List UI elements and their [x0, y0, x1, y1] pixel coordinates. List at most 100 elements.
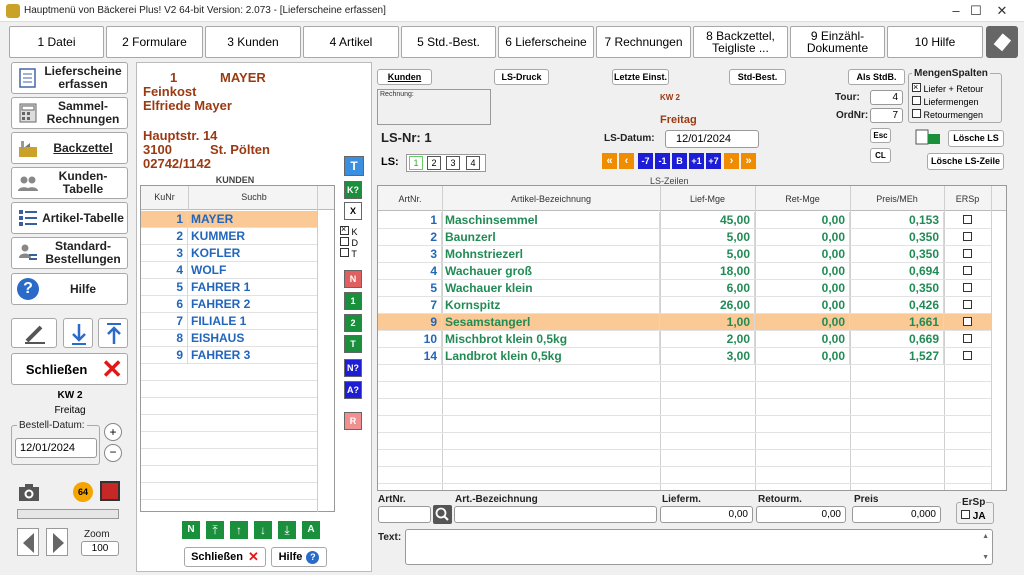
bestell-datum-field[interactable]: 12/01/2024	[15, 438, 97, 458]
sidebar-item-sammel-rechnungen[interactable]: Sammel-Rechnungen	[11, 97, 128, 129]
ersp-row-checkbox[interactable]	[963, 282, 972, 292]
zoom-field[interactable]: 100	[81, 541, 119, 556]
ordnr-field[interactable]: 7	[870, 108, 903, 123]
close-window-button[interactable]: ✕	[980, 0, 1024, 22]
menu-lieferscheine[interactable]: 6 Lieferscheine	[498, 26, 594, 58]
k-query-button[interactable]: K?	[344, 181, 362, 199]
table-row[interactable]: 5 FAHRER 1	[141, 278, 317, 296]
sidebar-item-standard-bestellungen[interactable]: Standard-Bestellungen	[11, 237, 128, 269]
nav-first-button[interactable]: ⤒	[206, 521, 224, 539]
t-checkbox[interactable]	[340, 248, 349, 257]
kunden-button[interactable]: Kunden	[377, 69, 432, 85]
nav-prev-day-button[interactable]: ‹	[619, 153, 634, 169]
d-checkbox[interactable]	[340, 237, 349, 246]
move-up-button[interactable]	[98, 318, 128, 348]
table-row[interactable]: 1 MAYER	[141, 210, 317, 228]
table-row[interactable]: 4 WOLF	[141, 261, 317, 279]
loesche-ls-zeile-button[interactable]: Lösche LS-Zeile	[927, 153, 1004, 170]
search-button[interactable]	[433, 505, 452, 524]
table-row[interactable]: 7 Kornspitz 26,00 0,00 0,426	[378, 296, 991, 314]
table-row[interactable]: 3 Mohnstriezerl 5,00 0,00 0,350	[378, 245, 991, 263]
close-button[interactable]: Schließen ✕	[11, 353, 128, 385]
date-minus-button[interactable]: −	[104, 444, 122, 462]
menu-backzettel[interactable]: 8 Backzettel, Teigliste ...	[693, 26, 788, 58]
sidebar-item-backzettel[interactable]: Backzettel	[11, 132, 128, 164]
nav-prev-button[interactable]: ↑	[230, 521, 248, 539]
table-row[interactable]: 2 Baunzerl 5,00 0,00 0,350	[378, 228, 991, 246]
date-plus-button[interactable]: +	[104, 423, 122, 441]
nav-b-button[interactable]: B	[672, 153, 687, 169]
menu-artikel[interactable]: 4 Artikel	[303, 26, 399, 58]
preis-input[interactable]: 0,000	[852, 506, 941, 523]
menu-einzaehl[interactable]: 9 Einzähl- Dokumente	[790, 26, 885, 58]
letzte-einst-button[interactable]: Letzte Einst.	[612, 69, 669, 85]
liefer-retour-checkbox[interactable]: ×	[912, 82, 921, 92]
ersp-checkbox[interactable]	[961, 510, 970, 519]
t-button[interactable]: T	[344, 335, 362, 353]
camera-icon[interactable]	[18, 482, 40, 502]
kunden-col-suchb[interactable]: Suchb	[189, 192, 319, 202]
nav-minus1-button[interactable]: -1	[655, 153, 670, 169]
ersp-row-checkbox[interactable]	[963, 214, 972, 224]
two-button[interactable]: 2	[344, 314, 362, 332]
table-row[interactable]: 7 FILIALE 1	[141, 312, 317, 330]
nav-first-day-button[interactable]: «	[602, 153, 617, 169]
zoom-back-button[interactable]	[17, 528, 39, 556]
table-row[interactable]: 9 Sesamstangerl 1,00 0,00 1,661	[378, 313, 991, 331]
kunden-help-button[interactable]: Hilfe?	[271, 547, 327, 567]
ls-tab-2[interactable]: 2	[427, 156, 441, 170]
ls-tab-1[interactable]: 1	[409, 156, 423, 170]
red-square-icon[interactable]	[100, 481, 120, 501]
nav-next-button[interactable]: ↓	[254, 521, 272, 539]
table-row[interactable]: 1 Maschinsemmel 45,00 0,00 0,153	[378, 211, 991, 229]
table-row[interactable]: 10 Mischbrot klein 0,5kg 2,00 0,00 0,669	[378, 330, 991, 348]
table-row[interactable]: 3 KOFLER	[141, 244, 317, 262]
ersp-row-checkbox[interactable]	[963, 299, 972, 309]
nav-plus1-button[interactable]: +1	[689, 153, 704, 169]
ersp-row-checkbox[interactable]	[963, 248, 972, 258]
menu-kunden[interactable]: 3 Kunden	[205, 26, 301, 58]
ls-druck-button[interactable]: LS-Druck	[494, 69, 549, 85]
ls-col-artnr[interactable]: ArtNr.	[378, 194, 442, 204]
liefermengen-checkbox[interactable]	[912, 96, 921, 105]
text-tool-button[interactable]: T	[344, 156, 364, 176]
sidebar-item-kunden-tabelle[interactable]: Kunden-Tabelle	[11, 167, 128, 199]
n-button[interactable]: N	[344, 270, 362, 288]
text-input[interactable]: ▲ ▼	[405, 529, 993, 565]
a-query-button[interactable]: A?	[344, 381, 362, 399]
table-row[interactable]: 9 FAHRER 3	[141, 346, 317, 364]
kunden-close-button[interactable]: Schließen ✕	[184, 547, 266, 567]
scroll-down-icon[interactable]: ▼	[982, 554, 989, 561]
k-checkbox[interactable]: ×	[340, 224, 349, 235]
zoom-forward-button[interactable]	[46, 528, 68, 556]
nav-last-button[interactable]: ⤓	[278, 521, 296, 539]
lieferm-input[interactable]: 0,00	[660, 506, 753, 523]
table-row[interactable]: 6 FAHRER 2	[141, 295, 317, 313]
x-button[interactable]: X	[344, 202, 362, 220]
sidebar-item-lieferscheine[interactable]: Lieferscheine erfassen	[11, 62, 128, 94]
retourm-input[interactable]: 0,00	[756, 506, 846, 523]
bezeichnung-input[interactable]	[454, 506, 657, 523]
ls-col-lief-mge[interactable]: Lief-Mge	[660, 194, 755, 204]
ls-datum-field[interactable]: 12/01/2024	[665, 130, 759, 148]
sidebar-item-hilfe[interactable]: ? Hilfe	[11, 273, 128, 305]
one-button[interactable]: 1	[344, 292, 362, 310]
ersp-row-checkbox[interactable]	[963, 265, 972, 275]
scroll-up-icon[interactable]: ▲	[982, 533, 989, 540]
menu-formulare[interactable]: 2 Formulare	[106, 26, 203, 58]
nav-next-day-button[interactable]: ›	[724, 153, 739, 169]
move-down-button[interactable]	[63, 318, 93, 348]
table-row[interactable]: 2 KUMMER	[141, 227, 317, 245]
table-row[interactable]: 8 EISHAUS	[141, 329, 317, 347]
ersp-row-checkbox[interactable]	[963, 350, 972, 360]
tour-field[interactable]: 4	[870, 90, 903, 105]
menu-datei[interactable]: 1 Datei	[9, 26, 104, 58]
ersp-row-checkbox[interactable]	[963, 231, 972, 241]
bit-64-icon[interactable]: 64	[73, 482, 93, 502]
cl-button[interactable]: CL	[870, 148, 891, 163]
ls-col-ersp[interactable]: ERSp	[944, 194, 991, 204]
ls-tab-4[interactable]: 4	[466, 156, 480, 170]
print-preview-icon[interactable]	[914, 128, 942, 146]
menu-hilfe[interactable]: 10 Hilfe	[887, 26, 983, 58]
edit-button[interactable]	[11, 318, 57, 348]
